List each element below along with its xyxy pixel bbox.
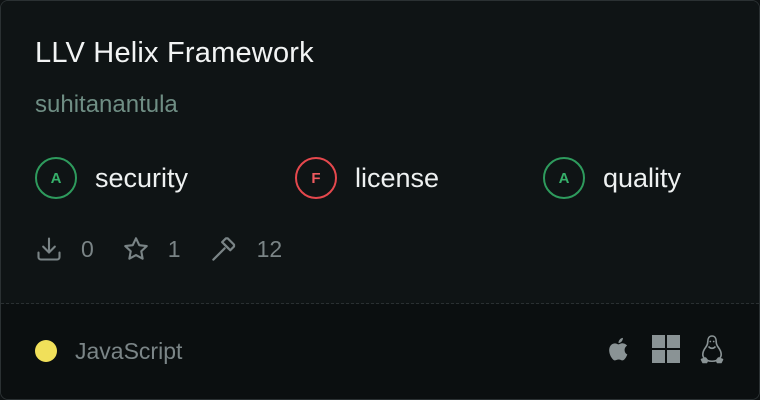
- linux-icon: [700, 335, 724, 364]
- downloads-count: 0: [81, 235, 94, 262]
- language-name: JavaScript: [75, 338, 183, 364]
- download-icon: [37, 237, 61, 261]
- hammer-icon: [211, 237, 235, 261]
- stars-count: 1: [167, 235, 181, 262]
- platform-icons: [589, 334, 725, 364]
- project-owner[interactable]: suhitanantula: [35, 91, 178, 119]
- license-grade-label: license: [355, 162, 440, 193]
- project-title[interactable]: LLV Helix Framework: [35, 37, 314, 70]
- apple-icon: [609, 337, 628, 361]
- grade-quality: A quality: [543, 155, 681, 201]
- quality-grade-label: quality: [603, 162, 682, 193]
- builds-stat: 12: [209, 234, 283, 264]
- project-card: LLV Helix Framework suhitanantula A secu…: [0, 0, 760, 400]
- downloads-stat: 0: [35, 235, 94, 263]
- stars-stat: 1: [122, 235, 181, 263]
- grade-license: F license: [295, 155, 439, 201]
- security-grade-badge: A: [35, 157, 77, 199]
- license-grade-badge: F: [295, 157, 337, 199]
- card-body: LLV Helix Framework suhitanantula A secu…: [1, 1, 759, 303]
- security-grade-label: security: [95, 162, 189, 193]
- card-footer: JavaScript: [1, 304, 759, 399]
- quality-grade-badge: A: [543, 157, 585, 199]
- star-icon: [124, 237, 148, 260]
- grade-security: A security: [35, 155, 188, 201]
- windows-icon: [652, 335, 680, 363]
- builds-count: 12: [256, 235, 283, 262]
- stats-row: 0 1 12: [35, 229, 310, 269]
- language-color-dot: [35, 340, 57, 362]
